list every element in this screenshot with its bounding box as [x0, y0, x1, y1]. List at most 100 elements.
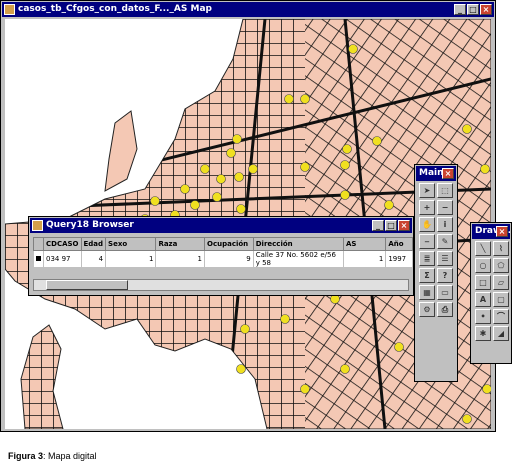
map-window-titlebar[interactable]: casos_tb_Cfgos_con_datos_F..._AS Map _ □…	[2, 2, 494, 17]
case-marker[interactable]	[200, 164, 210, 174]
legend-icon[interactable]: ☰	[437, 251, 453, 266]
case-marker[interactable]	[280, 314, 290, 324]
query-close-button[interactable]: ×	[398, 220, 410, 231]
case-marker[interactable]	[372, 136, 382, 146]
scrollbar-thumb[interactable]	[46, 280, 128, 290]
case-marker[interactable]	[284, 94, 294, 104]
case-marker[interactable]	[240, 324, 250, 334]
case-marker[interactable]	[342, 144, 352, 154]
table-cell[interactable]: 1	[342, 250, 387, 268]
column-header[interactable]: Dirección	[252, 237, 344, 251]
main-toolbar-title: Main	[419, 168, 444, 178]
case-marker[interactable]	[394, 342, 404, 352]
column-header[interactable]: AS	[342, 237, 387, 251]
query-browser-window: Query18 Browser _ □ × CDCASO Edad Sexo R…	[28, 216, 414, 296]
zoom-in-icon[interactable]: +	[419, 200, 435, 215]
table-cell[interactable]: 1	[105, 250, 157, 268]
style-icon[interactable]: ◢	[493, 326, 509, 341]
query-window-title: Query18 Browser	[46, 220, 134, 230]
map-app-icon	[4, 4, 15, 15]
circle-icon[interactable]: ○	[475, 258, 491, 273]
case-marker[interactable]	[348, 44, 358, 54]
table-cell[interactable]: 1997	[385, 250, 413, 268]
grid-icon[interactable]: ▦	[419, 285, 435, 300]
main-toolbar-titlebar[interactable]: Main ×	[416, 166, 456, 181]
minimize-button[interactable]: _	[454, 4, 466, 15]
column-header[interactable]: Edad	[80, 237, 107, 251]
query-icon[interactable]: ?	[437, 268, 453, 283]
case-marker[interactable]	[234, 172, 244, 182]
case-marker[interactable]	[340, 190, 350, 200]
case-marker[interactable]	[462, 124, 472, 134]
window-icon[interactable]: ▭	[437, 285, 453, 300]
region-icon[interactable]: ▱	[493, 275, 509, 290]
case-marker[interactable]	[232, 134, 242, 144]
table-cell[interactable]: Calle 37 No. 5602 e/56 y 58	[252, 250, 344, 268]
table-row[interactable]: 034 97 4 1 1 9 Calle 37 No. 5602 e/56 y …	[33, 250, 413, 268]
case-marker[interactable]	[212, 192, 222, 202]
query-window-titlebar[interactable]: Query18 Browser _ □ ×	[30, 218, 412, 233]
polyline-icon[interactable]: ⌇	[493, 241, 509, 256]
case-marker[interactable]	[300, 94, 310, 104]
column-header[interactable]: Ocupación	[204, 237, 254, 251]
case-marker[interactable]	[340, 160, 350, 170]
case-marker[interactable]	[180, 184, 190, 194]
case-marker[interactable]	[216, 174, 226, 184]
layer-icon[interactable]: ≣	[419, 251, 435, 266]
row-selector[interactable]	[33, 250, 44, 268]
column-header[interactable]: Sexo	[105, 237, 157, 251]
case-marker[interactable]	[248, 164, 258, 174]
settings-icon[interactable]: ⚙	[419, 302, 435, 317]
table-cell[interactable]: 4	[80, 250, 107, 268]
case-marker[interactable]	[236, 364, 246, 374]
close-button[interactable]: ×	[480, 4, 492, 15]
zoom-out-icon[interactable]: −	[437, 200, 453, 215]
case-marker[interactable]	[340, 364, 350, 374]
maximize-button[interactable]: □	[467, 4, 479, 15]
case-marker[interactable]	[150, 196, 160, 206]
case-marker[interactable]	[480, 164, 490, 174]
frame-icon[interactable]: ▢	[493, 292, 509, 307]
main-close-button[interactable]: ×	[442, 168, 454, 179]
ruler-icon[interactable]: ⎯	[419, 234, 435, 249]
case-marker[interactable]	[226, 148, 236, 158]
table-cell[interactable]: 9	[204, 250, 254, 268]
query-maximize-button[interactable]: □	[385, 220, 397, 231]
case-marker[interactable]	[190, 200, 200, 210]
arrow-icon[interactable]: ➤	[419, 183, 435, 198]
select-icon[interactable]: ⬚	[437, 183, 453, 198]
horizontal-scrollbar[interactable]	[33, 279, 409, 291]
column-header[interactable]: CDCASO	[43, 237, 82, 251]
rectangle-icon[interactable]: □	[475, 275, 491, 290]
arc-icon[interactable]: ⌒	[493, 309, 509, 324]
case-marker[interactable]	[482, 384, 492, 394]
line-icon[interactable]: ╲	[475, 241, 491, 256]
query-results-table: CDCASO Edad Sexo Raza Ocupación Direcció…	[33, 237, 413, 268]
hand-icon[interactable]: ✋	[419, 217, 435, 232]
figure-caption-label: Figura 3	[8, 451, 44, 461]
draw-close-button[interactable]: ×	[496, 226, 508, 237]
map-window-title: casos_tb_Cfgos_con_datos_F..._AS Map	[18, 4, 212, 14]
label-icon[interactable]: ✎	[437, 234, 453, 249]
polygon-icon[interactable]: ⬠	[493, 258, 509, 273]
sigma-icon[interactable]: Σ	[419, 268, 435, 283]
query-table-icon	[32, 220, 43, 231]
column-header[interactable]: Año	[385, 237, 413, 251]
table-header-row: CDCASO Edad Sexo Raza Ocupación Direcció…	[33, 237, 413, 251]
case-marker[interactable]	[300, 384, 310, 394]
text-icon[interactable]: A	[475, 292, 491, 307]
figure-caption: Figura 3: Mapa digital	[8, 451, 97, 461]
table-cell[interactable]: 1	[155, 250, 205, 268]
info-icon[interactable]: i	[437, 217, 453, 232]
drawing-toolbar-titlebar[interactable]: Drawi... ×	[472, 224, 510, 239]
point-icon[interactable]: •	[475, 309, 491, 324]
table-cell[interactable]: 034 97	[43, 250, 82, 268]
query-minimize-button[interactable]: _	[372, 220, 384, 231]
case-marker[interactable]	[462, 414, 472, 424]
print-icon[interactable]: ⎙	[437, 302, 453, 317]
case-marker[interactable]	[236, 204, 246, 214]
column-header[interactable]: Raza	[155, 237, 205, 251]
case-marker[interactable]	[300, 162, 310, 172]
case-marker[interactable]	[384, 200, 394, 210]
symbol-icon[interactable]: ✱	[475, 326, 491, 341]
